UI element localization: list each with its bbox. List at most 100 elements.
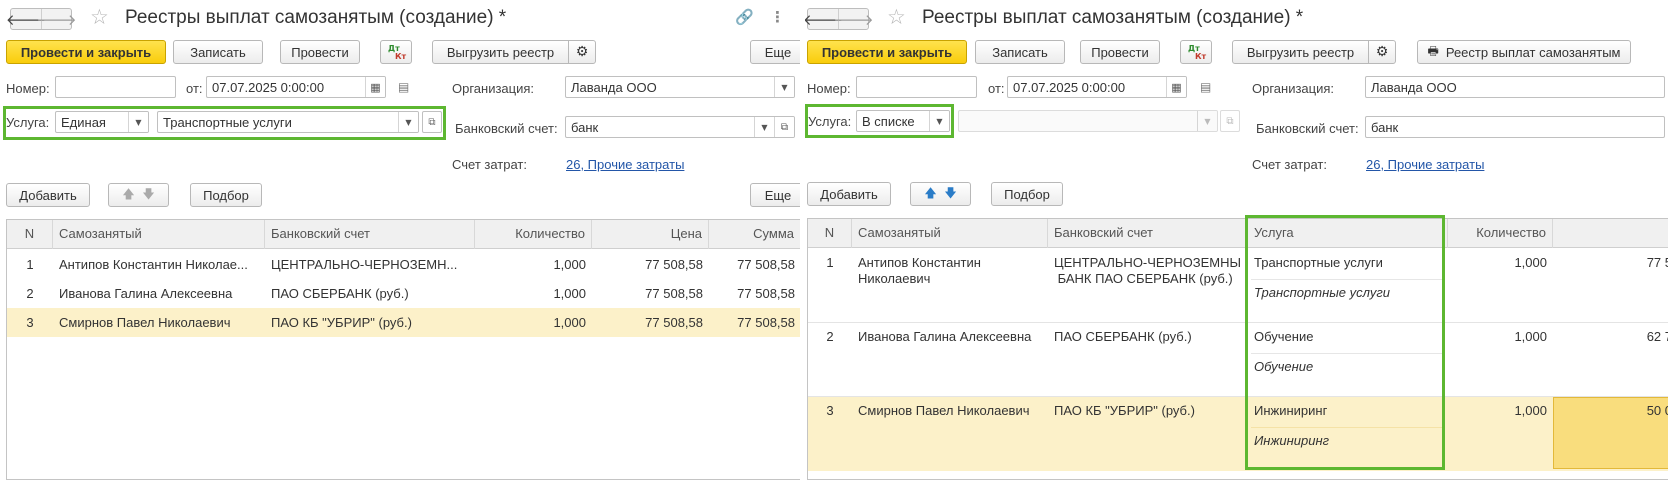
row-person: Николаевич <box>858 271 931 286</box>
cost-account-link[interactable]: 26, Прочие затраты <box>566 157 684 172</box>
number-field[interactable] <box>55 76 176 98</box>
table-row-selected[interactable]: 3 Смирнов Павел Николаевич ПАО КБ "УБРИР… <box>808 397 1668 471</box>
dropdown-icon[interactable]: ▼ <box>774 77 794 97</box>
dropdown-icon[interactable]: ▼ <box>754 117 774 137</box>
table-row[interactable]: 1 Антипов Константин Николаевич ЦЕНТРАЛЬ… <box>808 249 1668 323</box>
calendar-icon[interactable]: ▦ <box>365 77 385 97</box>
forward-arrow-icon[interactable]: 🡒 <box>36 9 77 29</box>
kt-label: Кт <box>1195 52 1207 61</box>
row-person: Антипов Константин <box>858 255 981 270</box>
post-button[interactable]: Провести <box>1080 40 1160 64</box>
table-row[interactable]: 2 Иванова Галина Алексеевна ПАО СБЕРБАНК… <box>808 323 1668 397</box>
pick-button[interactable]: Подбор <box>190 183 262 207</box>
row-bank: ПАО СБЕРБАНК (руб.) <box>1054 329 1192 344</box>
table-row[interactable]: 2 Иванова Галина Алексеевна ПАО СБЕРБАНК… <box>7 279 800 308</box>
more-vert-icon[interactable]: ⋮ <box>770 8 785 26</box>
column-header[interactable]: Количество <box>1448 219 1553 248</box>
dropdown-icon[interactable]: ▼ <box>128 112 148 132</box>
row-person: Иванова Галина Алексеевна <box>858 329 1032 344</box>
dropdown-icon: ▼ <box>1197 111 1217 131</box>
report-icon[interactable]: ▤ <box>1200 80 1211 94</box>
export-registry-button[interactable]: Выгрузить реестр <box>1232 40 1369 64</box>
row-amount: 62 7 <box>1646 329 1668 344</box>
report-icon[interactable]: ▤ <box>398 80 409 94</box>
table-row[interactable]: 1 Антипов Константин Николае... ЦЕНТРАЛЬ… <box>7 250 800 279</box>
forward-arrow-icon[interactable]: 🡒 <box>833 9 874 29</box>
row-number: 2 <box>26 286 34 301</box>
row-price: 77 508,58 <box>645 315 703 330</box>
move-down-icon[interactable]: 🡇 <box>944 184 956 205</box>
dropdown-icon[interactable]: ▼ <box>398 112 418 132</box>
nav-buttons: 🡐 🡒 <box>805 8 874 30</box>
table-header: N Самозанятый Банковский счет Количество… <box>7 220 800 249</box>
column-header[interactable]: Цена <box>592 220 709 249</box>
organization-field[interactable]: Лаванда ООО ▼ <box>565 76 795 98</box>
organization-field[interactable]: Лаванда ООО <box>1365 76 1665 98</box>
bank-account-field[interactable]: банк <box>1365 116 1665 138</box>
row-quantity: 1,000 <box>1514 403 1547 418</box>
save-button[interactable]: Записать <box>975 40 1065 64</box>
post-button[interactable]: Провести <box>280 40 360 64</box>
row-quantity: 1,000 <box>553 257 586 272</box>
post-and-close-button[interactable]: Провести и закрыть <box>6 40 166 64</box>
row-number: 1 <box>26 257 34 272</box>
column-header[interactable]: Самозанятый <box>53 220 265 249</box>
move-up-icon[interactable]: 🡅 <box>122 185 134 206</box>
number-label: Номер: <box>6 81 50 96</box>
column-header[interactable]: Сумма <box>709 220 800 249</box>
gear-icon[interactable]: ⚙ <box>568 40 596 64</box>
row-bank: ПАО СБЕРБАНК (руб.) <box>271 286 409 301</box>
more-button[interactable]: Еще <box>750 40 800 64</box>
bank-account-field[interactable]: банк ▼ ⧉ <box>565 116 795 138</box>
row-price: 77 508,58 <box>645 286 703 301</box>
page-title: Реестры выплат самозанятым (создание) * <box>922 7 1304 28</box>
printer-icon: 🖶 <box>1427 43 1439 58</box>
date-field[interactable]: 07.07.2025 0:00:00 ▦ <box>206 76 386 98</box>
print-registry-button[interactable]: 🖶 Реестр выплат самозанятым <box>1417 40 1631 64</box>
dt-kt-report-button[interactable]: Дт Кт <box>1180 40 1212 64</box>
add-row-button[interactable]: Добавить <box>807 182 891 206</box>
column-header[interactable]: N <box>7 220 53 249</box>
export-registry-button[interactable]: Выгрузить реестр <box>432 40 569 64</box>
cost-account-link[interactable]: 26, Прочие затраты <box>1366 157 1484 172</box>
organization-value: Лаванда ООО <box>571 80 657 95</box>
date-field[interactable]: 07.07.2025 0:00:00 ▦ <box>1007 76 1187 98</box>
row-quantity: 1,000 <box>553 286 586 301</box>
add-row-button[interactable]: Добавить <box>6 183 90 207</box>
table-row-selected[interactable]: 3 Смирнов Павел Николаевич ПАО КБ "УБРИР… <box>7 308 800 337</box>
organization-label: Организация: <box>452 81 535 96</box>
column-header[interactable]: Банковский счет <box>1048 219 1248 248</box>
dropdown-icon[interactable]: ▼ <box>929 111 949 131</box>
table-more-button[interactable]: Еще <box>750 183 800 207</box>
service-mode-value: В списке <box>862 114 915 129</box>
column-header[interactable]: Банковский счет <box>265 220 475 249</box>
column-header[interactable]: Количество <box>475 220 592 249</box>
open-form-icon[interactable]: ⧉ <box>774 117 794 137</box>
row-bank: ЦЕНТРАЛЬНО-ЧЕРНОЗЕМН... <box>271 257 458 272</box>
gear-icon[interactable]: ⚙ <box>1368 40 1396 64</box>
move-down-icon[interactable]: 🡇 <box>142 185 154 206</box>
service-mode-select[interactable]: Единая ▼ <box>55 111 149 133</box>
row-person: Антипов Константин Николае... <box>59 257 248 272</box>
pick-button[interactable]: Подбор <box>991 182 1063 206</box>
move-up-icon[interactable]: 🡅 <box>924 184 936 205</box>
date-value: 07.07.2025 0:00:00 <box>212 80 325 95</box>
link-icon[interactable]: 🔗 <box>735 8 754 26</box>
service-field[interactable]: Транспортные услуги ▼ <box>157 111 419 133</box>
left-document-window: 🡐 🡒 ☆ Реестры выплат самозанятым (создан… <box>0 0 800 480</box>
column-header[interactable]: N <box>808 219 852 248</box>
calendar-icon[interactable]: ▦ <box>1166 77 1186 97</box>
organization-label: Организация: <box>1252 81 1335 96</box>
open-form-icon[interactable]: ⧉ <box>422 111 442 133</box>
dt-kt-report-button[interactable]: Дт Кт <box>380 40 412 64</box>
column-header[interactable] <box>1553 219 1668 248</box>
service-mode-select[interactable]: В списке ▼ <box>856 110 950 132</box>
post-and-close-button[interactable]: Провести и закрыть <box>807 40 967 64</box>
column-header[interactable]: Самозанятый <box>852 219 1048 248</box>
number-field[interactable] <box>856 76 977 98</box>
row-quantity: 1,000 <box>1514 329 1547 344</box>
bank-account-value: банк <box>1371 120 1399 135</box>
star-icon[interactable]: ☆ <box>887 5 906 29</box>
save-button[interactable]: Записать <box>173 40 263 64</box>
star-icon[interactable]: ☆ <box>90 5 109 29</box>
